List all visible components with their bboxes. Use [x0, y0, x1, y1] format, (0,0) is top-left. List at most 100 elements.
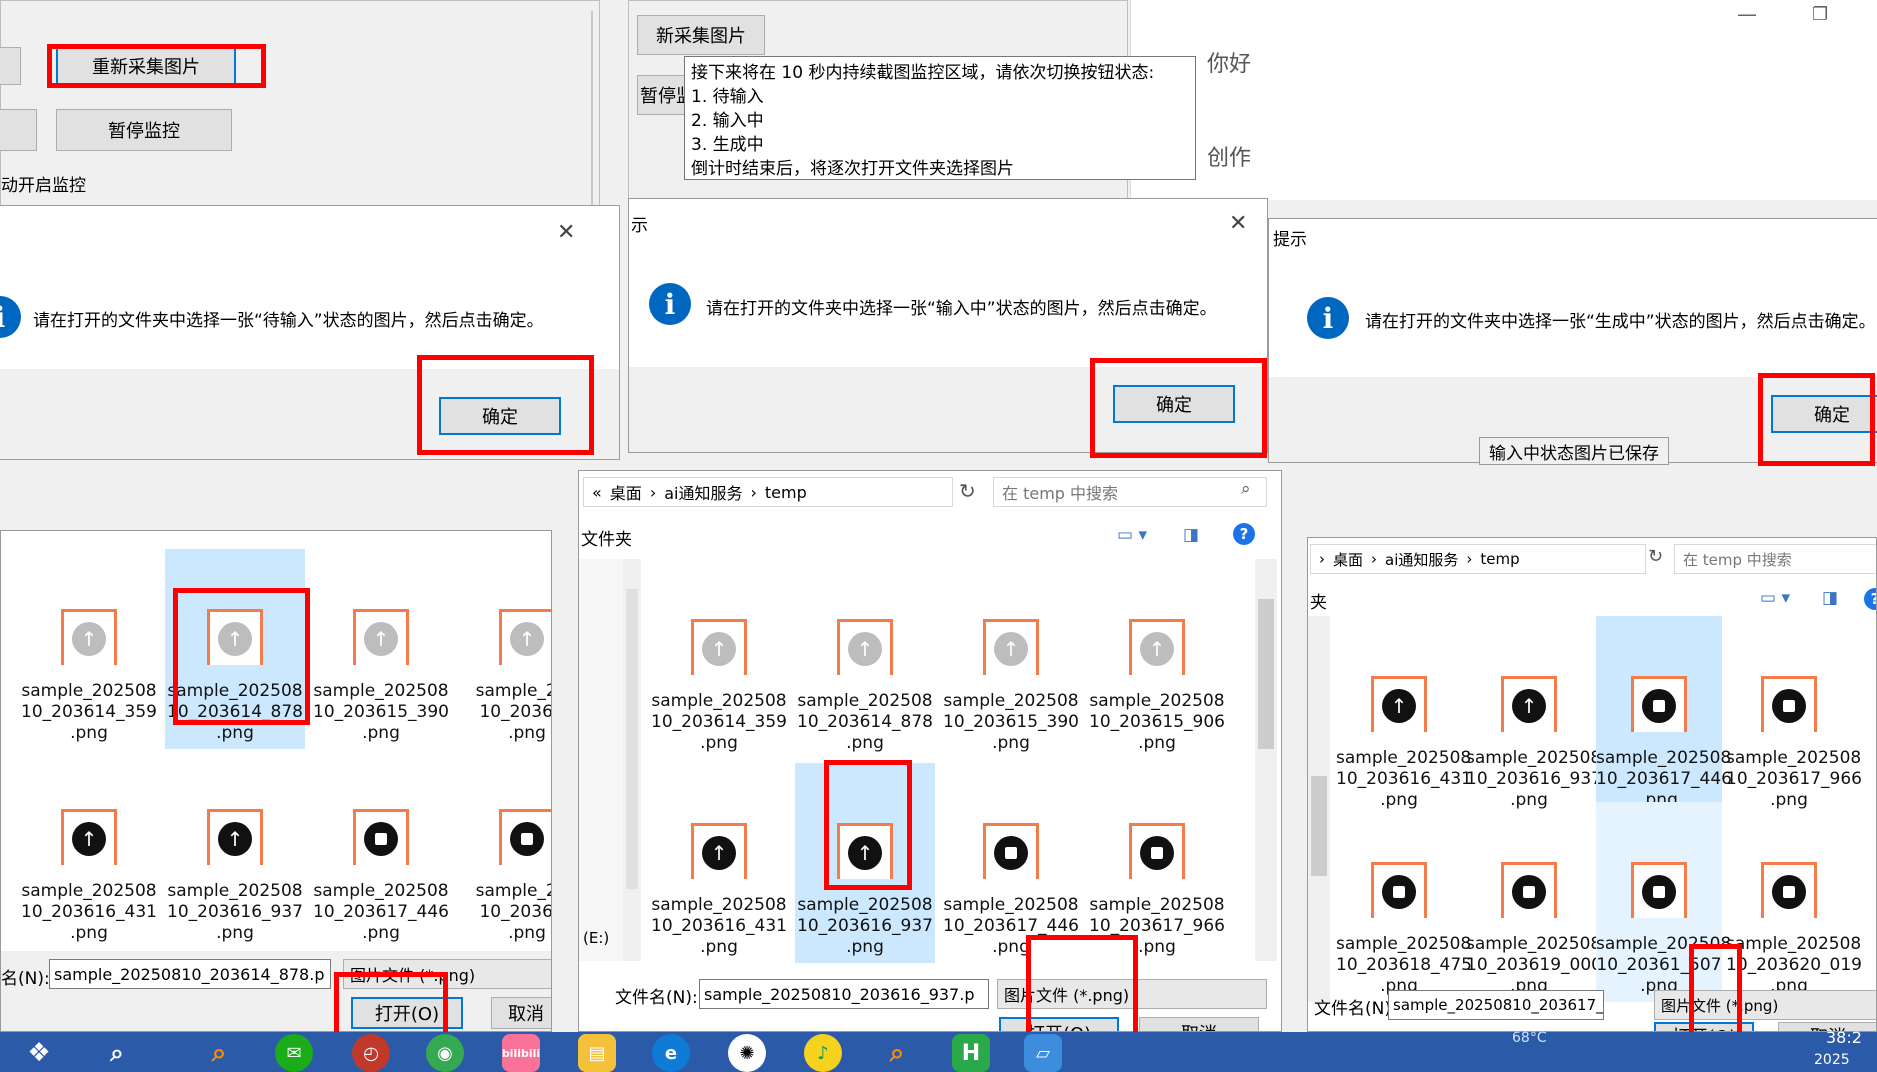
- file-item[interactable]: ↑ sample_202508 10_203614_359 .png: [19, 549, 159, 749]
- minimize-icon[interactable]: —: [1737, 2, 1757, 26]
- file-item[interactable]: ↑ sample_202508 10_203616_937 .png: [795, 763, 935, 963]
- ok-button[interactable]: 确定: [1771, 395, 1877, 433]
- close-icon[interactable]: ✕: [1229, 211, 1247, 236]
- nav-scrollbar[interactable]: [623, 559, 641, 961]
- view-icon[interactable]: ▭ ▾: [1760, 588, 1790, 608]
- edge-icon[interactable]: e: [652, 1034, 690, 1072]
- file-item[interactable]: sample_202508 10_203619_000 .png: [1466, 802, 1602, 1002]
- file-item[interactable]: ↑ sample_202508 10_203614_878 .png: [795, 559, 935, 759]
- file-item[interactable]: ↑ sample_202508 10_203614_878 .png: [165, 549, 305, 749]
- magnifier-2-icon[interactable]: ⌕: [878, 1034, 916, 1072]
- filename-input[interactable]: sample_20250810_203617_446.p: [1388, 990, 1604, 1020]
- open-button[interactable]: 打开(O): [1654, 1022, 1754, 1031]
- breadcrumb-item[interactable]: ai通知服务: [1385, 549, 1458, 570]
- file-item[interactable]: sample_202 10_203617 .png: [457, 749, 551, 949]
- file-item[interactable]: ↑ sample_202508 10_203614_359 .png: [649, 559, 789, 759]
- breadcrumb[interactable]: › 桌面 › ai通知服务 › temp: [1310, 544, 1646, 574]
- file-name: sample_202508 10_203616_937 .png: [167, 881, 303, 943]
- qqmusic-icon[interactable]: ♪: [804, 1034, 842, 1072]
- search-icon[interactable]: ⌕: [98, 1034, 136, 1072]
- file-item[interactable]: ↑ sample_202508 10_203615_906 .png: [1087, 559, 1227, 759]
- filename-input[interactable]: sample_20250810_203614_878.p: [49, 959, 331, 989]
- prompt-dialog-3: 提示 i 请在打开的文件夹中选择一张“生成中”状态的图片，然后点击确定。 确定: [1268, 218, 1877, 463]
- open-button[interactable]: 打开(O): [999, 1017, 1119, 1031]
- nav-scrollbar[interactable]: [1308, 616, 1330, 1002]
- left-cut-button-2[interactable]: [0, 109, 37, 151]
- bilibili-icon[interactable]: bilibili: [502, 1034, 540, 1072]
- file-scrollbar[interactable]: [1255, 559, 1277, 961]
- refresh-icon[interactable]: ↻: [1648, 546, 1663, 567]
- notes-icon[interactable]: ▱: [1024, 1034, 1062, 1072]
- breadcrumb-item[interactable]: 桌面: [610, 480, 642, 504]
- file-item[interactable]: sample_202508 10_203617_446 .png: [1596, 616, 1732, 816]
- ok-button[interactable]: 确定: [439, 397, 561, 435]
- file-name: sample_202 10_203615 .png: [475, 681, 552, 743]
- filename-input[interactable]: sample_20250810_203616_937.p: [699, 979, 989, 1009]
- arrow-up-icon: ↑: [72, 622, 106, 656]
- file-item[interactable]: sample_202508 10_203617_446 .png: [311, 749, 451, 949]
- left-cut-button[interactable]: [0, 47, 21, 85]
- filetype-select[interactable]: 图片文件 (*.png): [343, 959, 551, 989]
- file-item[interactable]: sample_202508 10_203617_446 .png: [941, 763, 1081, 963]
- cancel-button[interactable]: 取消: [491, 997, 551, 1029]
- cancel-button[interactable]: 取消: [1139, 1017, 1259, 1031]
- breadcrumb-item[interactable]: temp: [1480, 550, 1519, 568]
- help-icon[interactable]: ?: [1233, 523, 1255, 545]
- file-item[interactable]: sample_202508 10_20361_507 .png: [1596, 802, 1731, 1002]
- folder-icon[interactable]: ▤: [578, 1034, 616, 1072]
- recollect-images-button-2[interactable]: 新采集图片: [637, 15, 765, 55]
- refresh-icon[interactable]: ↻: [959, 479, 976, 503]
- file-item[interactable]: ↑ sample_202508 10_203616_937 .png: [165, 749, 305, 949]
- breadcrumb[interactable]: « 桌面 › ai通知服务 › temp: [583, 477, 953, 507]
- dialog-message: 请在打开的文件夹中选择一张“输入中”状态的图片，然后点击确定。: [706, 299, 1217, 319]
- file-item[interactable]: sample_202508 10_203620_019 .png: [1726, 802, 1862, 1002]
- weather-temp[interactable]: 68°C: [1512, 1030, 1547, 1046]
- file-item[interactable]: ↑ sample_202508 10_203616_431 .png: [649, 763, 789, 963]
- file-item[interactable]: ↑ sample_202508 10_203615_390 .png: [941, 559, 1081, 759]
- file-item[interactable]: sample_202508 10_203618_475 .png: [1336, 802, 1472, 1002]
- chrome-icon[interactable]: ◉: [426, 1034, 464, 1072]
- file-item[interactable]: ↑ sample_202508 10_203616_937 .png: [1466, 616, 1602, 816]
- view-icon[interactable]: ▭ ▾: [1117, 525, 1147, 545]
- close-icon[interactable]: ✕: [557, 220, 575, 245]
- h-app-icon[interactable]: H: [952, 1034, 990, 1072]
- help-icon[interactable]: ?: [1864, 588, 1876, 610]
- preview-pane-icon[interactable]: ◨: [1183, 525, 1199, 545]
- recollect-images-button[interactable]: 重新采集图片: [56, 47, 236, 85]
- breadcrumb-item[interactable]: ai通知服务: [664, 480, 742, 504]
- ok-button[interactable]: 确定: [1113, 385, 1235, 423]
- filetype-select[interactable]: 图片文件 (*.png): [1654, 990, 1876, 1020]
- file-item[interactable]: sample_202508 10_203617_966 .png: [1726, 616, 1862, 816]
- file-item[interactable]: ↑ sample_202508 10_203616_431 .png: [1336, 616, 1472, 816]
- file-item[interactable]: ↑ sample_202 10_203615 .png: [457, 549, 552, 749]
- search-input[interactable]: 在 temp 中搜索: [993, 477, 1267, 507]
- chevron-right-icon: ›: [649, 482, 657, 502]
- png-file-icon: ↑: [837, 823, 893, 879]
- breadcrumb-item[interactable]: 桌面: [1333, 549, 1363, 570]
- breadcrumb-item[interactable]: temp: [765, 483, 807, 502]
- tooltip-line: 接下来将在 10 秒内持续截图监控区域，请依次切换按钮状态:: [691, 63, 1155, 83]
- clock-time[interactable]: 38:2: [1826, 1028, 1862, 1047]
- wechat-icon[interactable]: ✉: [275, 1034, 313, 1072]
- arrow-up-icon: ↑: [510, 622, 544, 656]
- arrow-up-icon: ↑: [218, 822, 252, 856]
- chevron-right-icon: ›: [1319, 550, 1325, 568]
- clock-app-icon[interactable]: ◴: [352, 1034, 390, 1072]
- preview-pane-icon[interactable]: ◨: [1822, 588, 1838, 608]
- windows-start-icon[interactable]: ❖: [20, 1034, 58, 1072]
- magnifier-icon[interactable]: ⌕: [200, 1034, 238, 1072]
- restore-icon[interactable]: ❐: [1812, 4, 1828, 25]
- tooltip-line: 2. 输入中: [691, 111, 764, 131]
- search-input[interactable]: 在 temp 中搜索: [1674, 544, 1876, 574]
- filetype-select[interactable]: 图片文件 (*.png): [997, 979, 1267, 1009]
- file-item[interactable]: ↑ sample_202508 10_203616_431 .png: [19, 749, 159, 949]
- drive-label[interactable]: (E:): [583, 929, 609, 947]
- chatgpt-icon[interactable]: ✺: [728, 1034, 766, 1072]
- open-button[interactable]: 打开(O): [351, 997, 463, 1029]
- pause-monitor-button[interactable]: 暂停监控: [56, 109, 232, 151]
- file-item[interactable]: ↑ sample_202508 10_203615_390 .png: [311, 549, 451, 749]
- breadcrumb-back-icon[interactable]: «: [592, 483, 602, 502]
- clock-date[interactable]: 2025: [1814, 1052, 1850, 1068]
- arrow-up-icon: ↑: [1140, 632, 1174, 666]
- file-item[interactable]: sample_202508 10_203617_966 .png: [1087, 763, 1227, 963]
